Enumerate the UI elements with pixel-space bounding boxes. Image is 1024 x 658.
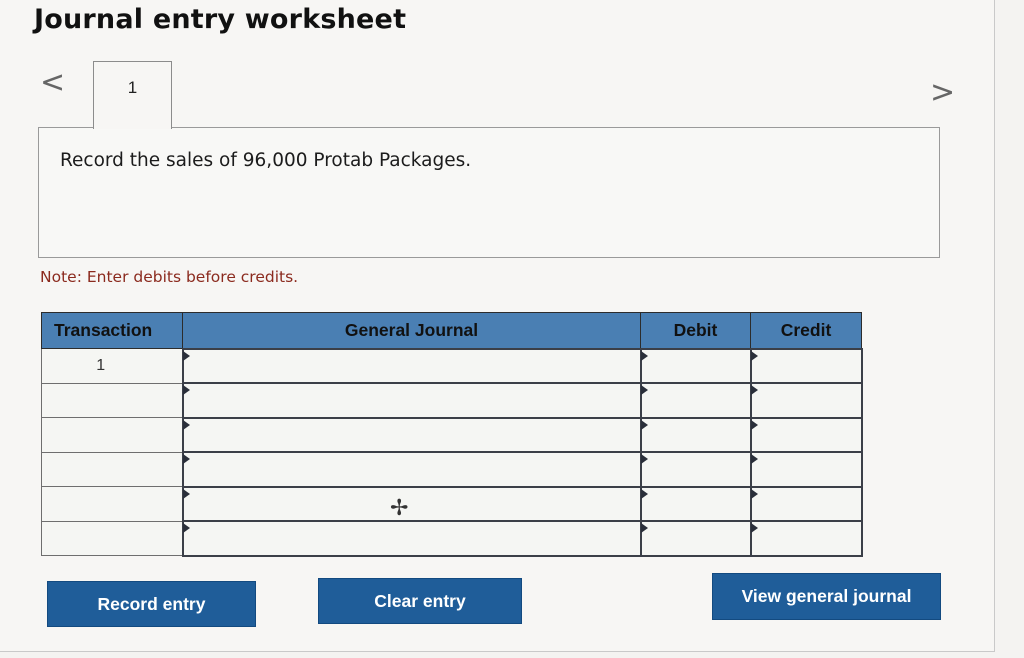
- cell-marker-icon: [750, 385, 758, 395]
- debit-input[interactable]: [642, 488, 750, 521]
- journal-input[interactable]: [184, 453, 640, 486]
- header-credit: Credit: [750, 312, 862, 349]
- journal-cell[interactable]: [181, 485, 642, 522]
- tab-label: 1: [127, 78, 138, 97]
- prompt-text: Record the sales of 96,000 Protab Packag…: [60, 150, 472, 171]
- journal-input[interactable]: [184, 384, 640, 417]
- header-transaction: Transaction: [41, 312, 183, 349]
- cell-marker-icon: [182, 488, 190, 499]
- move-cursor-icon: ✢: [390, 496, 409, 521]
- cell-marker-icon: [750, 419, 758, 430]
- cell-marker-icon: [182, 523, 190, 533]
- clear-entry-button[interactable]: Clear entry: [318, 578, 522, 624]
- journal-cell[interactable]: [181, 520, 642, 557]
- credit-input[interactable]: [752, 384, 861, 417]
- table-row: 1: [41, 347, 863, 384]
- cell-marker-icon: [182, 419, 190, 430]
- cell-marker-icon: [182, 454, 190, 464]
- journal-cell[interactable]: [181, 416, 642, 453]
- table-header-row: Transaction General Journal Debit Credit: [41, 312, 862, 349]
- debit-cell[interactable]: [639, 382, 752, 419]
- journal-input[interactable]: [184, 419, 640, 452]
- prompt-box: Record the sales of 96,000 Protab Packag…: [38, 127, 940, 258]
- cell-marker-icon: [640, 350, 648, 361]
- cell-marker-icon: [182, 350, 190, 361]
- journal-input[interactable]: [184, 522, 640, 555]
- debit-input[interactable]: [642, 453, 750, 486]
- debit-cell[interactable]: [639, 520, 752, 557]
- debit-input[interactable]: [642, 522, 750, 555]
- debit-input[interactable]: [642, 350, 750, 383]
- cell-marker-icon: [750, 488, 758, 499]
- credit-cell[interactable]: [749, 451, 863, 488]
- cell-marker-icon: [750, 350, 758, 361]
- cell-marker-icon: [640, 488, 648, 499]
- table-row: [41, 520, 863, 557]
- table-row: [41, 485, 863, 522]
- journal-cell[interactable]: [181, 451, 642, 488]
- cell-marker-icon: [750, 523, 758, 533]
- credit-input[interactable]: [752, 350, 861, 383]
- note-text: Note: Enter debits before credits.: [40, 268, 299, 286]
- credit-cell[interactable]: [749, 520, 863, 557]
- journal-cell[interactable]: [181, 382, 642, 419]
- table-row: [41, 451, 863, 488]
- credit-cell[interactable]: [749, 382, 863, 419]
- transaction-cell: [41, 417, 183, 453]
- transaction-cell: [41, 451, 183, 487]
- cell-marker-icon: [750, 454, 758, 464]
- credit-input[interactable]: [752, 522, 861, 555]
- page-title: Journal entry worksheet: [34, 4, 407, 35]
- transaction-cell: [41, 520, 183, 556]
- cell-marker-icon: [640, 523, 648, 533]
- credit-cell[interactable]: [749, 416, 863, 453]
- debit-input[interactable]: [642, 384, 750, 417]
- tab-1[interactable]: 1: [93, 61, 172, 129]
- journal-table: Transaction General Journal Debit Credit…: [41, 312, 863, 557]
- credit-cell[interactable]: [749, 485, 863, 522]
- debit-cell[interactable]: [639, 485, 752, 522]
- table-row: [41, 382, 863, 419]
- credit-input[interactable]: [752, 488, 861, 521]
- debit-cell[interactable]: [639, 347, 752, 384]
- cell-marker-icon: [640, 454, 648, 464]
- view-general-journal-button[interactable]: View general journal: [712, 573, 941, 620]
- credit-input[interactable]: [752, 419, 861, 452]
- credit-input[interactable]: [752, 453, 861, 486]
- transaction-cell: [41, 486, 183, 522]
- header-general-journal: General Journal: [182, 312, 641, 349]
- record-entry-button[interactable]: Record entry: [47, 581, 256, 627]
- debit-cell[interactable]: [639, 451, 752, 488]
- journal-input[interactable]: [184, 350, 640, 383]
- transaction-cell: 1: [41, 348, 183, 384]
- debit-input[interactable]: [642, 419, 750, 452]
- debit-cell[interactable]: [639, 416, 752, 453]
- journal-input[interactable]: [184, 488, 640, 521]
- journal-cell[interactable]: [181, 347, 642, 384]
- previous-arrow-icon[interactable]: <: [40, 68, 65, 98]
- credit-cell[interactable]: [749, 347, 863, 384]
- cell-marker-icon: [182, 385, 190, 395]
- cell-marker-icon: [640, 385, 648, 395]
- header-debit: Debit: [640, 312, 751, 349]
- table-row: [41, 416, 863, 453]
- next-arrow-icon[interactable]: >: [930, 78, 955, 108]
- cell-marker-icon: [640, 419, 648, 430]
- transaction-cell: [41, 382, 183, 418]
